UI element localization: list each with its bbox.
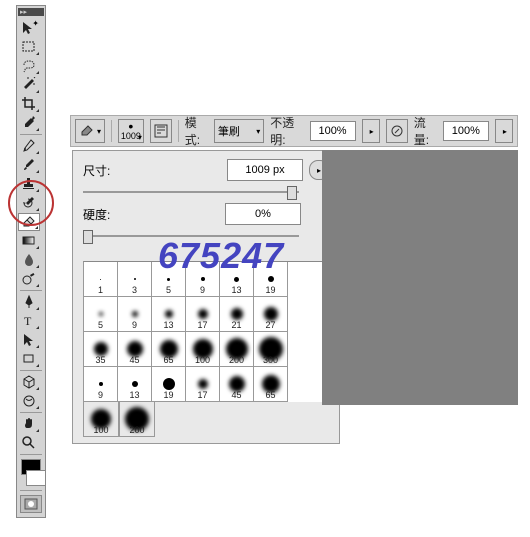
brush-preset[interactable]: 9	[118, 297, 152, 332]
brush-preset-panel: ▸≡ 尺寸: ▸ 硬度: 135913195913172127354565100…	[72, 150, 340, 444]
flow-input[interactable]	[443, 121, 489, 141]
brush-preset[interactable]: 17	[186, 367, 220, 402]
flow-slider-toggle[interactable]: ▸	[495, 119, 513, 143]
brush-preset[interactable]: 3	[118, 262, 152, 297]
flow-label: 流量:	[414, 114, 437, 148]
tool-type[interactable]: T	[18, 312, 40, 330]
options-bar: ▾ • 1009 ▾ 模式: 筆刷▾ 不透明: ▸ 流量: ▸	[70, 115, 518, 147]
brush-preset[interactable]: 200	[220, 332, 254, 367]
brush-preset[interactable]: 100	[83, 402, 119, 437]
opacity-label: 不透明:	[270, 114, 303, 148]
canvas-area[interactable]	[322, 150, 518, 405]
brush-preset[interactable]: 17	[186, 297, 220, 332]
size-label: 尺寸:	[83, 162, 123, 179]
size-slider[interactable]	[83, 185, 299, 199]
brush-preset[interactable]: 19	[152, 367, 186, 402]
tool-move[interactable]: ✦	[18, 19, 40, 37]
brush-preset[interactable]: 1	[84, 262, 118, 297]
tool-pen[interactable]	[18, 293, 40, 311]
brush-panel-toggle[interactable]	[150, 119, 172, 143]
tool-lasso[interactable]	[18, 57, 40, 75]
tool-preset-picker[interactable]: ▾	[75, 119, 105, 143]
tool-path-select[interactable]	[18, 331, 40, 349]
pressure-opacity-toggle[interactable]	[386, 119, 408, 143]
brush-preset[interactable]: 13	[118, 367, 152, 402]
brush-preset[interactable]: 65	[152, 332, 186, 367]
tool-eraser[interactable]	[18, 213, 40, 231]
tool-3d-camera[interactable]	[18, 392, 40, 410]
brush-preset[interactable]: 13	[220, 262, 254, 297]
brush-preset[interactable]: 5	[84, 297, 118, 332]
tool-hand[interactable]	[18, 415, 40, 433]
tools-toolbar: ▸▸ ✦ T	[16, 5, 46, 518]
tool-marquee[interactable]	[18, 38, 40, 56]
brush-preset[interactable]: 65	[254, 367, 288, 402]
opacity-slider-toggle[interactable]: ▸	[362, 119, 380, 143]
tool-brush[interactable]	[18, 156, 40, 174]
tool-eyedropper[interactable]	[18, 114, 40, 132]
hardness-slider[interactable]	[83, 229, 299, 243]
tool-3d-object[interactable]	[18, 373, 40, 391]
tool-shape[interactable]	[18, 350, 40, 368]
tool-history-brush[interactable]	[18, 194, 40, 212]
hardness-input[interactable]	[225, 203, 301, 225]
tool-wand[interactable]	[18, 76, 40, 94]
brush-preset[interactable]: 13	[152, 297, 186, 332]
brush-preset[interactable]: 27	[254, 297, 288, 332]
brush-preset[interactable]: 21	[220, 297, 254, 332]
hardness-label: 硬度:	[83, 206, 123, 223]
svg-text:T: T	[24, 314, 32, 328]
quick-mask[interactable]	[20, 495, 42, 513]
tool-zoom[interactable]	[18, 434, 40, 452]
brush-preset[interactable]: 19	[254, 262, 288, 297]
toolbar-header[interactable]: ▸▸	[18, 8, 44, 16]
brush-preset[interactable]: 100	[186, 332, 220, 367]
size-input[interactable]	[227, 159, 303, 181]
tool-gradient[interactable]	[18, 232, 40, 250]
opacity-input[interactable]	[310, 121, 356, 141]
tool-blur[interactable]	[18, 251, 40, 269]
brush-preset[interactable]: 45	[220, 367, 254, 402]
background-color[interactable]	[26, 470, 46, 486]
mode-select[interactable]: 筆刷▾	[214, 119, 264, 143]
brush-preset[interactable]: 9	[186, 262, 220, 297]
brush-preset[interactable]: 200	[119, 402, 155, 437]
brush-preset-picker[interactable]: • 1009 ▾	[118, 119, 144, 143]
mode-label: 模式:	[185, 114, 208, 148]
tool-dodge[interactable]	[18, 270, 40, 288]
brush-preset[interactable]: 5	[152, 262, 186, 297]
brush-preset[interactable]: 35	[84, 332, 118, 367]
brush-preset[interactable]: 45	[118, 332, 152, 367]
brush-preset-grid: 1359131959131721273545651002003009131917…	[83, 261, 329, 402]
tool-stamp[interactable]	[18, 175, 40, 193]
brush-preset[interactable]: 9	[84, 367, 118, 402]
brush-preset[interactable]: 300	[254, 332, 288, 367]
tool-crop[interactable]	[18, 95, 40, 113]
tool-heal[interactable]	[18, 137, 40, 155]
